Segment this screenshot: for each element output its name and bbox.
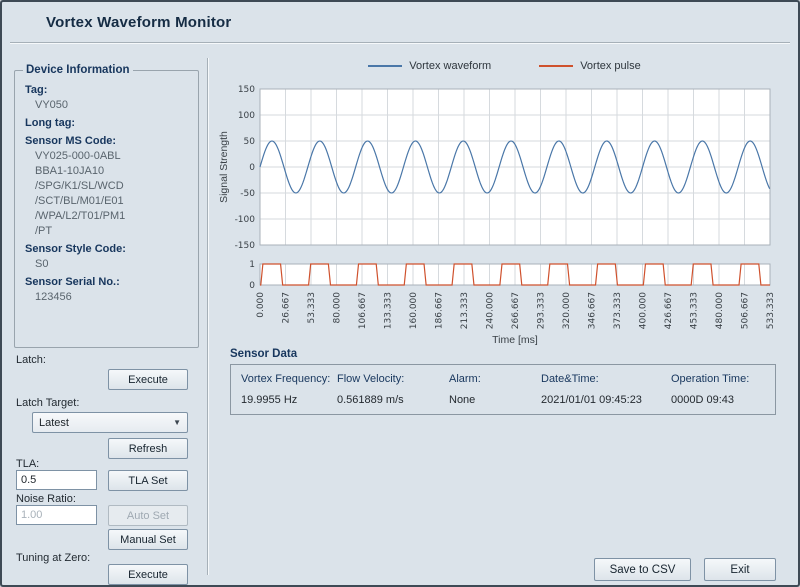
sensor-data-label: Vortex Frequency: xyxy=(241,373,337,385)
manual-set-button[interactable]: Manual Set xyxy=(108,529,188,550)
x-tick-label: 346.667 xyxy=(588,292,598,329)
device-information-group: Device Information Tag: VY050 Long tag: Sen… xyxy=(14,64,199,348)
noise-ratio-label: Noise Ratio: xyxy=(16,493,76,505)
device-field-label: Sensor MS Code: xyxy=(25,135,192,147)
device-field-value: S0 xyxy=(35,258,192,270)
x-tick-label: 266.667 xyxy=(511,292,521,329)
device-field-label: Sensor Serial No.: xyxy=(25,276,192,288)
tla-input[interactable] xyxy=(16,470,97,490)
save-to-csv-button[interactable]: Save to CSV xyxy=(594,558,691,581)
legend-item: Vortex pulse xyxy=(539,60,641,72)
tuning-execute-button[interactable]: Execute xyxy=(108,564,188,585)
page-title: Vortex Waveform Monitor xyxy=(46,14,231,31)
y-tick-label: 100 xyxy=(238,111,255,121)
title-separator xyxy=(10,42,790,44)
sensor-data-value: 0.561889 m/s xyxy=(337,394,449,406)
device-field-label: Tag: xyxy=(25,84,192,96)
latch-target-dropdown[interactable]: Latest ▼ xyxy=(32,412,188,433)
refresh-button[interactable]: Refresh xyxy=(108,438,188,459)
x-tick-label: 240.000 xyxy=(486,292,496,329)
device-field-value: VY050 xyxy=(35,99,192,111)
x-tick-label: 320.000 xyxy=(562,292,572,329)
device-field-value: /SCT/BL/M01/E01 xyxy=(35,195,192,207)
device-field-value: /SPG/K1/SL/WCD xyxy=(35,180,192,192)
y-tick-label: 0 xyxy=(249,281,255,291)
y-tick-label: 1 xyxy=(249,260,255,270)
sensor-data-label: Alarm: xyxy=(449,373,541,385)
device-field-value: 123456 xyxy=(35,291,192,303)
latch-label: Latch: xyxy=(16,354,46,366)
legend-line-sample xyxy=(539,65,573,67)
latch-target-label: Latch Target: xyxy=(16,397,79,409)
panel-separator xyxy=(207,58,209,575)
legend-label: Vortex pulse xyxy=(580,60,641,72)
y-tick-label: 150 xyxy=(238,85,255,95)
sensor-data-value: 19.9955 Hz xyxy=(241,394,337,406)
x-tick-label: 400.000 xyxy=(639,292,649,329)
x-tick-label: 53.333 xyxy=(307,292,317,324)
x-tick-label: 533.333 xyxy=(766,292,776,329)
latch-execute-button[interactable]: Execute xyxy=(108,369,188,390)
tuning-at-zero-label: Tuning at Zero: xyxy=(16,552,90,564)
exit-button[interactable]: Exit xyxy=(704,558,776,581)
device-information-title: Device Information xyxy=(23,64,133,76)
y-tick-label: -150 xyxy=(235,241,256,251)
waveform-chart: 150100500-50-100-150100.00026.66753.3338… xyxy=(217,78,792,348)
auto-set-button: Auto Set xyxy=(108,505,188,526)
device-field-value: /PT xyxy=(35,225,192,237)
x-tick-label: 160.000 xyxy=(409,292,419,329)
x-tick-label: 186.667 xyxy=(435,292,445,329)
x-tick-label: 133.333 xyxy=(384,292,394,329)
device-field-label: Sensor Style Code: xyxy=(25,243,192,255)
app-window: Vortex Waveform Monitor Device Informati… xyxy=(0,0,800,587)
device-fields: Tag: VY050 Long tag: Sensor MS Code: VY025-0… xyxy=(21,84,192,303)
sensor-data-title: Sensor Data xyxy=(230,348,297,360)
noise-ratio-input xyxy=(16,505,97,525)
x-tick-label: 106.667 xyxy=(358,292,368,329)
sensor-data-value: 0000D 09:43 xyxy=(671,394,765,406)
legend-item: Vortex waveform xyxy=(368,60,491,72)
x-tick-label: 0.000 xyxy=(256,292,266,318)
y-tick-label: -50 xyxy=(240,189,255,199)
tla-label: TLA: xyxy=(16,458,39,470)
y-tick-label: 50 xyxy=(244,137,256,147)
sensor-data-value: 2021/01/01 09:45:23 xyxy=(541,394,671,406)
x-tick-label: 213.333 xyxy=(460,292,470,329)
sensor-data-label: Date&Time: xyxy=(541,373,671,385)
device-field-value: VY025-000-0ABL xyxy=(35,150,192,162)
sensor-data-panel: Vortex Frequency:Flow Velocity:Alarm:Dat… xyxy=(230,364,776,415)
x-tick-label: 26.667 xyxy=(282,292,292,324)
chart-legend: Vortex waveform Vortex pulse xyxy=(217,60,792,72)
x-axis-label: Time [ms] xyxy=(492,334,538,346)
legend-line-sample xyxy=(368,65,402,67)
x-tick-label: 453.333 xyxy=(690,292,700,329)
latch-target-value: Latest xyxy=(39,417,69,429)
x-tick-label: 426.667 xyxy=(664,292,674,329)
chevron-down-icon: ▼ xyxy=(173,418,181,427)
x-tick-label: 480.000 xyxy=(715,292,725,329)
device-field-value: /WPA/L2/T01/PM1 xyxy=(35,210,192,222)
y-tick-label: 0 xyxy=(249,163,255,173)
tla-set-button[interactable]: TLA Set xyxy=(108,470,188,491)
legend-label: Vortex waveform xyxy=(409,60,491,72)
device-field-label: Long tag: xyxy=(25,117,192,129)
y-tick-label: -100 xyxy=(235,215,256,225)
sensor-data-label: Flow Velocity: xyxy=(337,373,449,385)
sensor-data-value: None xyxy=(449,394,541,406)
x-tick-label: 293.333 xyxy=(537,292,547,329)
x-tick-label: 80.000 xyxy=(333,292,343,324)
x-tick-label: 506.667 xyxy=(741,292,751,329)
device-field-value: BBA1-10JA10 xyxy=(35,165,192,177)
x-tick-label: 373.333 xyxy=(613,292,623,329)
sensor-data-label: Operation Time: xyxy=(671,373,765,385)
y-axis-label: Signal Strength xyxy=(218,131,230,203)
